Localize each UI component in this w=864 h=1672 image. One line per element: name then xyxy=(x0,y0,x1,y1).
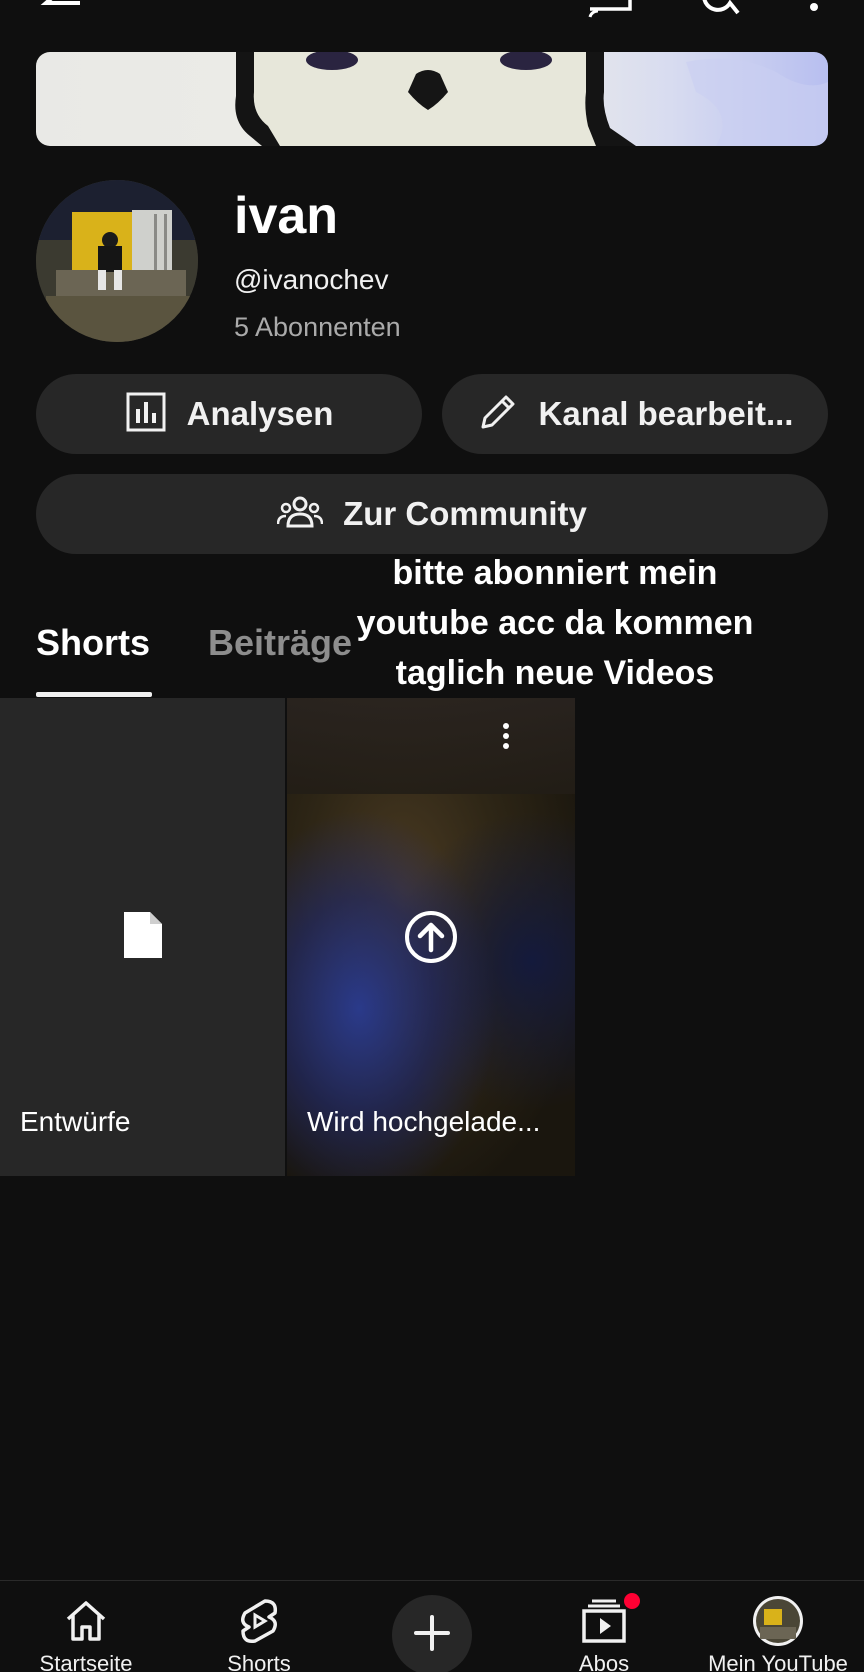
nav-my-youtube-label: Mein YouTube xyxy=(708,1651,848,1672)
top-app-bar xyxy=(0,0,864,30)
channel-banner xyxy=(36,52,828,146)
thumbnail-top-band xyxy=(287,698,575,794)
uploading-caption: Wird hochgelade... xyxy=(307,1106,541,1137)
create-button[interactable] xyxy=(392,1595,472,1672)
overlay-line-2: youtube acc da kommen xyxy=(356,604,754,642)
upload-icon xyxy=(404,910,458,969)
community-label: Zur Community xyxy=(343,495,587,532)
drafts-tile[interactable]: Entwürfe xyxy=(0,698,285,1176)
nav-home-label: Startseite xyxy=(39,1651,133,1672)
nav-my-youtube[interactable]: Mein YouTube xyxy=(692,1581,864,1672)
channel-handle: @ivanochev xyxy=(234,264,389,295)
notification-dot xyxy=(624,1593,640,1609)
nav-subscriptions[interactable]: Abos xyxy=(518,1581,690,1672)
uploading-short-tile[interactable]: Wird hochgelade... xyxy=(287,698,575,1176)
banner-artwork xyxy=(235,52,828,146)
people-group-icon xyxy=(276,495,324,534)
overlay-line-1: bitte abonniert mein xyxy=(392,554,718,592)
edit-channel-label: Kanal bearbeit... xyxy=(538,395,794,432)
more-vert-icon[interactable] xyxy=(790,0,838,26)
subscriptions-icon xyxy=(578,1595,630,1647)
cast-icon[interactable] xyxy=(586,0,634,26)
channel-name: ivan xyxy=(234,187,339,245)
nav-subscriptions-label: Abos xyxy=(578,1651,630,1672)
subscriber-count: 5 Abonnenten xyxy=(234,312,401,342)
edit-channel-button[interactable]: Kanal bearbeit... xyxy=(442,374,828,454)
search-icon[interactable] xyxy=(696,0,744,26)
arrow-left-icon[interactable] xyxy=(38,0,86,26)
drafts-caption: Entwürfe xyxy=(20,1106,131,1137)
nav-shorts[interactable]: Shorts xyxy=(173,1581,345,1672)
tab-shorts[interactable]: Shorts xyxy=(36,622,150,664)
bottom-navigation: Startseite Shorts Abos Mein YouTube xyxy=(0,1580,864,1672)
tab-selected-indicator xyxy=(36,692,152,697)
profile-avatar xyxy=(752,1595,804,1647)
shorts-icon xyxy=(233,1595,285,1647)
analytics-chart-icon xyxy=(125,391,167,438)
analytics-label: Analysen xyxy=(186,395,334,432)
create-plus-icon xyxy=(412,1613,452,1658)
nav-home[interactable]: Startseite xyxy=(0,1581,172,1672)
overlay-caption: bitte abonniert mein youtube acc da komm… xyxy=(330,548,780,698)
home-icon xyxy=(60,1595,112,1647)
channel-avatar[interactable] xyxy=(36,180,198,342)
avatar-photo xyxy=(36,180,198,342)
pencil-icon xyxy=(477,391,519,438)
overlay-line-3: taglich neue Videos xyxy=(395,654,715,692)
community-button[interactable]: Zur Community xyxy=(36,474,828,554)
nav-shorts-label: Shorts xyxy=(227,1651,291,1672)
more-vert-icon[interactable] xyxy=(501,722,511,757)
analytics-button[interactable]: Analysen xyxy=(36,374,422,454)
draft-file-icon xyxy=(124,912,162,963)
